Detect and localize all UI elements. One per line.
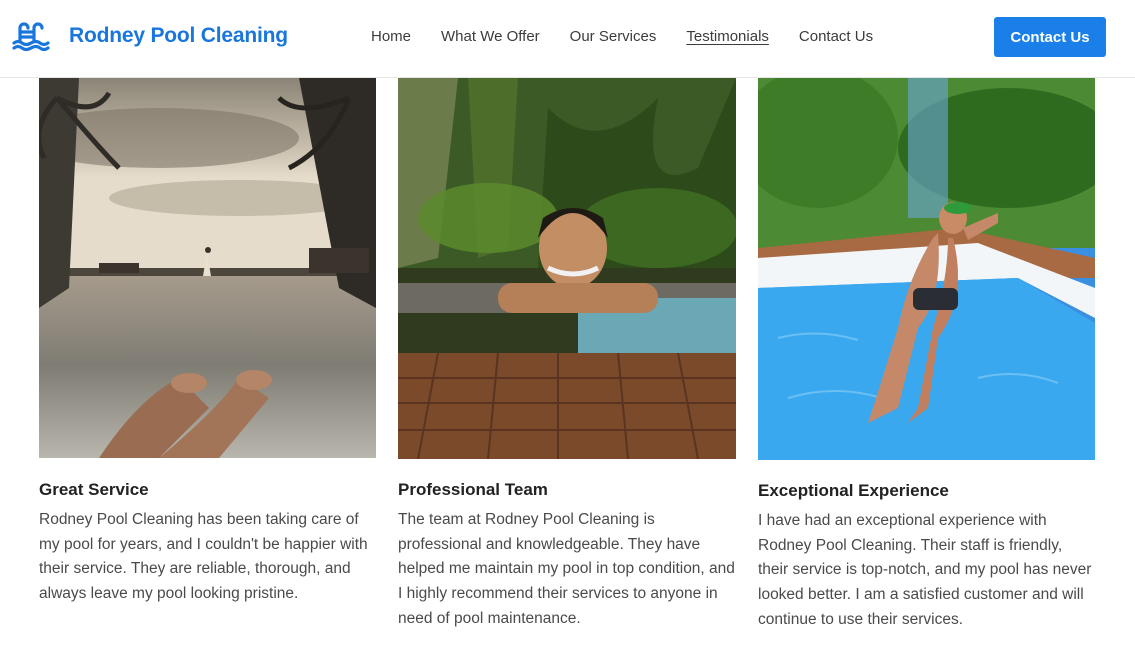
- testimonial-title: Exceptional Experience: [758, 481, 949, 500]
- testimonial-card-exceptional-experience: Exceptional Experience I have had an exc…: [758, 78, 1095, 633]
- nav-home[interactable]: Home: [371, 27, 411, 47]
- pool-ladder-waves-icon: [12, 22, 50, 51]
- testimonial-title: Great Service: [39, 480, 149, 499]
- nav-our-services[interactable]: Our Services: [570, 27, 657, 47]
- infinity-pool-sunset-photo: [39, 78, 376, 458]
- brand-name: Rodney Pool Cleaning: [69, 24, 288, 47]
- main-nav: Home What We Offer Our Services Testimon…: [371, 27, 903, 47]
- contact-us-button[interactable]: Contact Us: [994, 17, 1106, 57]
- testimonial-card-great-service: Great Service Rodney Pool Cleaning has b…: [39, 78, 376, 607]
- testimonial-card-professional-team: Professional Team The team at Rodney Poo…: [398, 78, 736, 632]
- nav-contact-us[interactable]: Contact Us: [799, 27, 873, 47]
- smiling-man-in-pool-photo: [398, 78, 736, 459]
- testimonial-text: The team at Rodney Pool Cleaning is prof…: [398, 511, 735, 627]
- testimonial-text: Rodney Pool Cleaning has been taking car…: [39, 511, 368, 603]
- site-header: Rodney Pool Cleaning Home What We Offer …: [0, 0, 1135, 78]
- testimonial-title: Professional Team: [398, 480, 548, 499]
- brand-link[interactable]: Rodney Pool Cleaning: [12, 21, 288, 51]
- man-floating-in-pool-photo: [758, 78, 1095, 460]
- nav-testimonials[interactable]: Testimonials: [686, 27, 769, 47]
- testimonial-text: I have had an exceptional experience wit…: [758, 512, 1092, 628]
- nav-what-we-offer[interactable]: What We Offer: [441, 27, 540, 47]
